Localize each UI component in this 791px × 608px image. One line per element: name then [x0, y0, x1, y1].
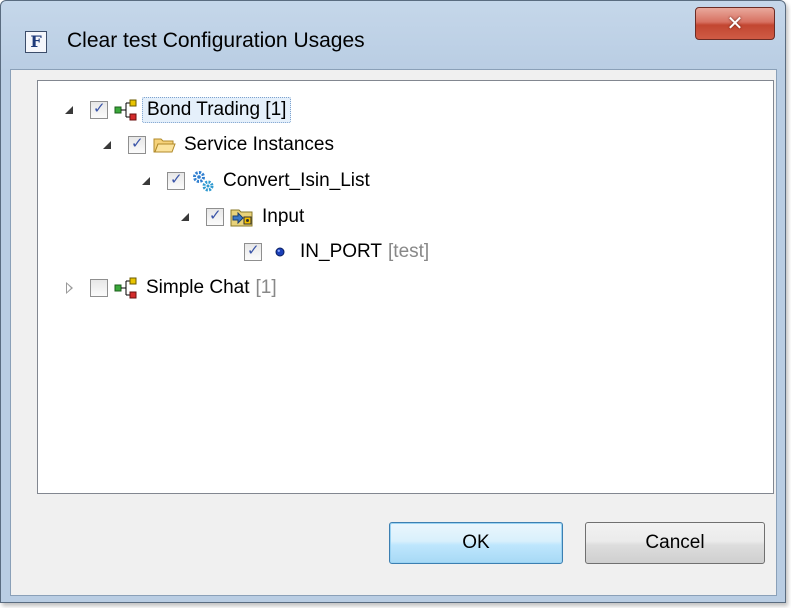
tree-node-input[interactable]: Input — [178, 199, 304, 235]
close-button[interactable]: ✕ — [695, 7, 775, 40]
node-checkbox[interactable] — [90, 279, 108, 297]
title-bar[interactable]: F Clear test Configuration Usages ✕ — [1, 1, 785, 75]
ok-button[interactable]: OK — [389, 522, 563, 564]
node-checkbox[interactable] — [244, 241, 262, 261]
cancel-button[interactable]: Cancel — [585, 522, 765, 564]
gears-icon — [191, 169, 215, 193]
tree-node-in-port[interactable]: IN_PORT [test] — [244, 234, 429, 270]
collapse-toggle[interactable] — [62, 281, 76, 295]
port-dot-icon — [268, 240, 292, 264]
node-checkbox[interactable] — [128, 134, 146, 154]
tree-node-bond-trading[interactable]: Bond Trading [1] — [62, 92, 292, 128]
project-icon — [114, 98, 138, 122]
project-icon — [114, 276, 138, 300]
dialog-title: Clear test Configuration Usages — [67, 29, 365, 52]
folder-open-icon — [152, 133, 176, 157]
node-label: IN_PORT — [300, 241, 383, 262]
expand-toggle[interactable] — [100, 138, 114, 152]
node-label: Simple Chat — [146, 277, 250, 298]
node-label: Convert_Isin_List — [223, 170, 370, 191]
node-label: Bond Trading [1] — [142, 97, 292, 123]
expand-toggle[interactable] — [178, 210, 192, 224]
node-label: Input — [262, 206, 305, 227]
node-suffix: [test] — [388, 241, 430, 262]
tree-node-simple-chat[interactable]: Simple Chat [1] — [62, 270, 277, 306]
tree-node-convert-isin-list[interactable]: Convert_Isin_List — [139, 163, 370, 199]
node-suffix: [1] — [255, 277, 277, 298]
usage-tree[interactable]: Bond Trading [1] Service Instances — [37, 80, 774, 494]
tree-node-service-instances[interactable]: Service Instances — [100, 127, 334, 163]
expand-toggle[interactable] — [139, 174, 153, 188]
input-folder-icon — [230, 205, 254, 229]
node-checkbox[interactable] — [167, 170, 185, 190]
dialog-client-area: Bond Trading [1] Service Instances — [10, 69, 777, 596]
node-label: Service Instances — [184, 134, 334, 155]
dialog-window: F Clear test Configuration Usages ✕ ✓ Bo… — [0, 0, 786, 603]
app-icon: F — [25, 31, 47, 53]
expand-toggle[interactable] — [62, 103, 76, 117]
node-checkbox[interactable] — [90, 99, 108, 119]
node-checkbox[interactable] — [206, 206, 224, 226]
